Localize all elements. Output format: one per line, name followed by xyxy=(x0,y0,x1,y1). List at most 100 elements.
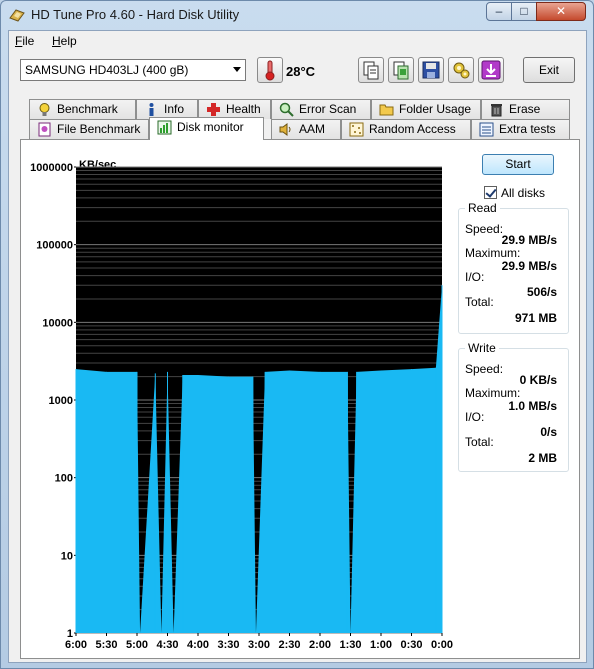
temperature-button[interactable] xyxy=(257,57,283,83)
x-tick-label: 4:30 xyxy=(156,639,178,651)
tab-error-scan[interactable]: Error Scan xyxy=(271,99,371,119)
copy-icon xyxy=(363,61,379,80)
read-speed-label: Speed: xyxy=(465,222,504,236)
client-area: File Help SAMSUNG HD403LJ (400 gB) 28°C xyxy=(8,30,587,663)
menu-help-label: elp xyxy=(60,34,77,48)
save-button[interactable] xyxy=(418,57,444,83)
y-tick-label: 10000 xyxy=(42,317,73,329)
tab-file-benchmark-label: File Benchmark xyxy=(57,122,141,136)
write-io-value: 0/s xyxy=(540,425,557,439)
x-tick-label: 0:30 xyxy=(400,639,422,651)
copy-screen-icon xyxy=(393,61,409,80)
tab-benchmark[interactable]: Benchmark xyxy=(29,99,136,119)
write-group: Write Speed: 0 KB/s Maximum: 1.0 MB/s I/… xyxy=(458,341,569,472)
copy-screen-button[interactable] xyxy=(388,57,414,83)
write-group-title: Write xyxy=(465,341,499,355)
tab-disk-monitor[interactable]: Disk monitor xyxy=(149,117,264,140)
read-total-label: Total: xyxy=(465,295,494,309)
read-speed-value: 29.9 MB/s xyxy=(501,233,557,247)
tab-info-label: Info xyxy=(164,102,185,116)
close-button[interactable]: ✕ xyxy=(536,2,586,21)
chevron-down-icon xyxy=(233,67,241,72)
x-tick-label: 1:00 xyxy=(370,639,392,651)
minimize-button[interactable]: – xyxy=(486,2,512,21)
checkbox-checked-icon xyxy=(484,186,497,199)
trash-icon xyxy=(491,104,502,117)
title-bar[interactable]: HD Tune Pro 4.60 - Hard Disk Utility – □… xyxy=(1,1,593,29)
speaker-icon xyxy=(279,123,291,136)
y-tick-label: 10 xyxy=(61,550,73,562)
disk-monitor-icon xyxy=(157,120,172,135)
info-icon xyxy=(149,103,154,116)
write-total-value: 2 MB xyxy=(528,451,557,465)
thermometer-icon xyxy=(265,60,275,81)
x-tick-label: 2:00 xyxy=(309,639,331,651)
throughput-chart: 1000000100000100001000100101 6:00 5:30 5:0… xyxy=(30,162,453,651)
tab-aam[interactable]: AAM xyxy=(271,119,341,139)
start-button[interactable]: Start xyxy=(482,154,554,175)
read-group: Read Speed: 29.9 MB/s Maximum: 29.9 MB/s… xyxy=(458,201,569,334)
file-benchmark-icon xyxy=(38,122,51,137)
disk-monitor-panel: KB/sec 1000000 100000 10000 1000 100 10 1 6:00… xyxy=(20,139,580,659)
read-io-label: I/O: xyxy=(465,270,485,284)
menu-help[interactable]: Help xyxy=(52,34,77,48)
write-maximum-label: Maximum: xyxy=(465,386,521,400)
menu-file[interactable]: File xyxy=(15,34,34,48)
write-total-label: Total: xyxy=(465,435,494,449)
read-maximum-value: 29.9 MB/s xyxy=(501,259,557,273)
write-maximum-value: 1.0 MB/s xyxy=(508,399,557,413)
window-title: HD Tune Pro 4.60 - Hard Disk Utility xyxy=(31,7,240,22)
read-io-value: 506/s xyxy=(526,285,557,299)
disk-dropdown-value: SAMSUNG HD403LJ (400 gB) xyxy=(25,63,189,77)
all-disks-checkbox[interactable]: All disks xyxy=(484,186,545,200)
tab-health[interactable]: Health xyxy=(198,99,271,119)
tab-extra-tests[interactable]: Extra tests xyxy=(471,119,570,139)
magnifier-icon xyxy=(279,102,294,117)
extra-tests-icon xyxy=(479,122,494,137)
y-tick-label: 1000000 xyxy=(30,162,73,174)
write-io-label: I/O: xyxy=(465,410,485,424)
x-tick-label: 4:00 xyxy=(187,639,209,651)
menu-bar: File Help xyxy=(9,31,586,53)
tab-benchmark-label: Benchmark xyxy=(57,102,118,116)
read-group-title: Read xyxy=(465,201,500,215)
temperature-value: 28°C xyxy=(286,64,316,79)
x-tick-label: 2:30 xyxy=(278,639,300,651)
options-button[interactable] xyxy=(448,57,474,83)
app-window: HD Tune Pro 4.60 - Hard Disk Utility – □… xyxy=(0,0,594,669)
exit-button[interactable]: Exit xyxy=(523,57,575,83)
toolbar: SAMSUNG HD403LJ (400 gB) 28°C Exit xyxy=(9,53,586,93)
disk-dropdown[interactable]: SAMSUNG HD403LJ (400 gB) xyxy=(20,59,246,81)
tab-folder-usage[interactable]: Folder Usage xyxy=(371,99,481,119)
maximize-button[interactable]: □ xyxy=(511,2,537,21)
read-total-value: 971 MB xyxy=(514,311,557,325)
x-tick-label: 3:30 xyxy=(217,639,239,651)
lightbulb-icon xyxy=(39,103,50,116)
x-tick-label: 6:00 xyxy=(65,639,87,651)
tab-file-benchmark[interactable]: File Benchmark xyxy=(29,119,149,139)
random-access-icon xyxy=(349,122,364,137)
tab-error-scan-label: Error Scan xyxy=(299,102,357,116)
x-tick-label: 0:00 xyxy=(431,639,453,651)
menu-file-label: ile xyxy=(22,34,35,48)
tab-extra-tests-label: Extra tests xyxy=(499,122,556,136)
x-tick-label: 5:30 xyxy=(95,639,117,651)
download-icon xyxy=(481,60,501,80)
tab-aam-label: AAM xyxy=(299,122,326,136)
download-button[interactable] xyxy=(478,57,504,83)
tab-erase-label: Erase xyxy=(509,102,541,116)
health-cross-icon xyxy=(207,103,220,116)
write-speed-value: 0 KB/s xyxy=(519,373,557,387)
tab-info[interactable]: Info xyxy=(136,99,198,119)
options-icon xyxy=(453,62,470,79)
tab-health-label: Health xyxy=(226,102,261,116)
x-tick-label: 1:30 xyxy=(339,639,361,651)
tab-random-access-label: Random Access xyxy=(369,122,456,136)
menu-help-accel: H xyxy=(52,34,61,48)
copy-button[interactable] xyxy=(358,57,384,83)
save-icon xyxy=(422,61,440,79)
tab-erase[interactable]: Erase xyxy=(481,99,570,119)
folder-icon xyxy=(379,104,394,116)
tab-random-access[interactable]: Random Access xyxy=(341,119,471,139)
x-tick-label: 5:00 xyxy=(126,639,148,651)
